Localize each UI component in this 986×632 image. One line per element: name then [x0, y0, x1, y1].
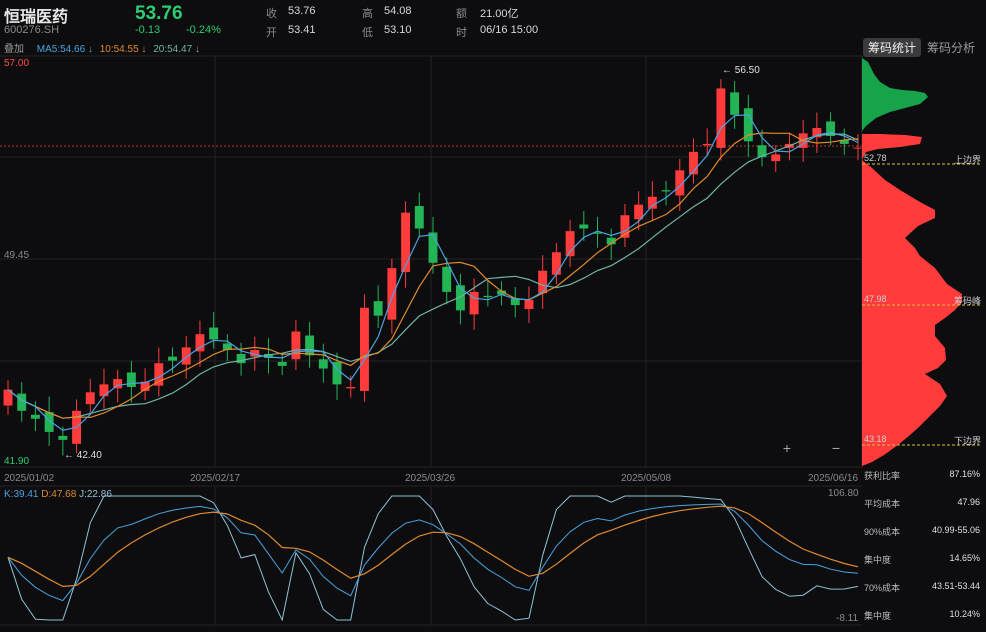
candle-body: [30, 414, 40, 419]
chart-grid: [0, 55, 862, 626]
candle-body: [730, 92, 740, 115]
chip-peak-value: 47.98: [864, 294, 887, 304]
candle-body: [483, 295, 493, 298]
stat-label: 集中度: [864, 555, 892, 565]
candle-body: [277, 361, 287, 366]
date-label: 2025/03/26: [405, 473, 456, 484]
kdj-k-line: [7, 503, 859, 602]
price-axis-bottom: 41.90: [4, 456, 30, 467]
candle-body: [524, 299, 534, 310]
candles: [3, 79, 863, 456]
kdj-d-value: D:47.68: [41, 489, 77, 500]
stat-row: 平均成本 47.96: [864, 497, 980, 510]
candle-body: [113, 379, 123, 389]
candle-body: [154, 363, 164, 386]
candle-body: [305, 335, 315, 356]
candle-body: [771, 154, 781, 162]
stat-row: 90%成本 40.99-55.06: [864, 525, 980, 538]
chip-loss-area: [862, 160, 962, 466]
candle-body: [661, 190, 671, 192]
kdj-legend: K:39.41 D:47.68 J:22.86: [4, 489, 112, 500]
candle-body: [442, 266, 452, 292]
candle-body: [538, 270, 548, 294]
candle-body: [853, 147, 863, 149]
candle-body: [647, 196, 657, 209]
candle-body: [58, 435, 68, 440]
chip-peak-label: 筹码峰: [954, 296, 982, 306]
chip-lower-value: 43.18: [864, 434, 887, 444]
candle-body: [702, 143, 712, 146]
candle-body: [387, 268, 397, 320]
stat-value: 87.16%: [949, 469, 980, 479]
candle-body: [318, 359, 328, 369]
price-axis-top: 57.00: [4, 58, 30, 69]
kline-chart[interactable]: [0, 0, 986, 632]
date-label: 2025/06/16: [808, 473, 859, 484]
stat-label: 集中度: [864, 611, 892, 621]
stat-value: 43.51-53.44: [931, 581, 980, 591]
low-annotation: ← 42.40: [64, 450, 102, 461]
candle-body: [168, 356, 177, 361]
stat-row: 集中度 14.65%: [864, 553, 980, 566]
stat-row: 集中度 10.24%: [864, 609, 980, 622]
chip-lower-label: 下边界: [954, 436, 982, 446]
candle-body: [181, 347, 191, 365]
chip-upper-value: 52.78: [864, 153, 887, 163]
candle-body: [551, 252, 561, 275]
stat-value: 14.65%: [949, 553, 980, 563]
kdj-j-line: [7, 495, 859, 622]
kdj-j-value: J:22.86: [79, 489, 112, 500]
kdj-min: -8.11: [836, 613, 859, 624]
candle-body: [579, 224, 589, 229]
stat-label: 平均成本: [864, 499, 901, 509]
stat-label: 90%成本: [864, 527, 901, 537]
stat-row: 70%成本 43.51-53.44: [864, 581, 980, 594]
price-axis-mid: 49.45: [4, 250, 30, 261]
date-label: 2025/02/17: [190, 473, 241, 484]
candle-body: [716, 88, 726, 148]
stat-row: 获利比率 87.16%: [864, 469, 980, 482]
kdj-d-line: [7, 505, 859, 588]
chip-upper-label: 上边界: [954, 155, 982, 165]
kdj-max: 106.80: [828, 488, 859, 499]
candle-body: [99, 384, 109, 397]
candle-body: [85, 392, 95, 405]
zoom-in-button[interactable]: +: [777, 439, 797, 459]
stat-label: 获利比率: [864, 471, 901, 481]
candle-body: [373, 301, 383, 316]
candle-body: [401, 212, 411, 273]
stat-label: 70%成本: [864, 583, 901, 593]
candle-body: [346, 387, 356, 389]
candle-body: [209, 327, 219, 340]
candle-body: [126, 372, 136, 388]
kdj-k-value: K:39.41: [4, 489, 39, 500]
candle-body: [428, 232, 438, 263]
zoom-out-button[interactable]: −: [826, 439, 846, 459]
candle-body: [414, 206, 424, 229]
stat-value: 47.96: [957, 497, 980, 507]
date-label: 2025/01/02: [4, 473, 55, 484]
candle-body: [195, 334, 205, 352]
candle-body: [291, 331, 301, 360]
chip-profit-area: [862, 58, 928, 131]
high-annotation: ← 56.50: [722, 65, 760, 76]
candle-body: [359, 307, 369, 391]
stat-value: 10.24%: [949, 609, 980, 619]
stat-value: 40.99-55.06: [931, 525, 980, 535]
candle-body: [236, 353, 246, 364]
date-label: 2025/05/08: [621, 473, 672, 484]
